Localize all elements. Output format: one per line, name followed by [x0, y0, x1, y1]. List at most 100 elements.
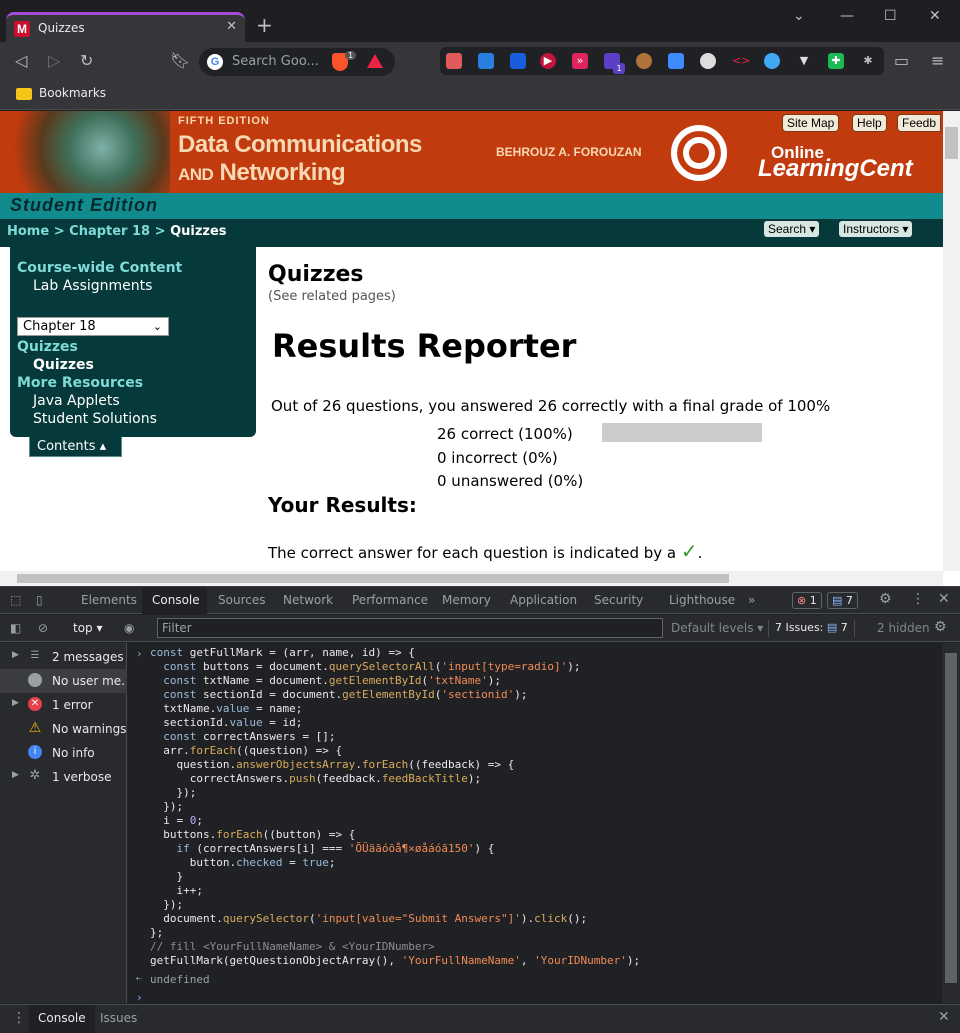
tab-security[interactable]: Security: [594, 593, 643, 607]
sidebar-item-solutions[interactable]: Student Solutions: [33, 411, 157, 427]
reload-icon[interactable]: ↻: [80, 51, 93, 70]
sidebar-quizzes-heading[interactable]: Quizzes: [17, 339, 78, 355]
cloud-extension-icon[interactable]: [764, 53, 780, 69]
message-count-badge[interactable]: ▤ 7: [827, 592, 858, 609]
related-pages-link[interactable]: (See related pages): [268, 289, 396, 304]
brave-shields-count: 1: [345, 51, 357, 60]
info-icon: i: [28, 745, 42, 759]
instructors-dropdown[interactable]: Instructors ▾: [839, 221, 913, 237]
sidebar-toggle-icon[interactable]: ◧: [10, 621, 21, 635]
sidebar-messages[interactable]: ▶ ☰ 2 messages: [0, 645, 127, 669]
minimize-button[interactable]: —: [840, 8, 854, 24]
youtube-extension-icon[interactable]: »: [572, 53, 588, 69]
sidebar-warnings[interactable]: ⚠ No warnings: [0, 717, 127, 741]
inspect-icon[interactable]: ⬚: [10, 593, 21, 607]
breadcrumb-home[interactable]: Home: [7, 224, 49, 239]
more-options-icon[interactable]: ⋮: [911, 591, 925, 607]
tab-quizzes[interactable]: M Quizzes ✕: [6, 12, 245, 42]
contents-toggle[interactable]: Contents ▴: [29, 437, 122, 457]
tab-search-icon[interactable]: ⌄: [793, 8, 805, 24]
sidebar-label: 2 messages: [52, 650, 124, 664]
vue-extension-icon[interactable]: ▼: [796, 53, 812, 69]
code-line: correctAnswers.push(feedback.feedBackTit…: [150, 772, 482, 785]
tab-elements[interactable]: Elements: [81, 593, 137, 607]
sidebar-errors[interactable]: ▶ ✕ 1 error: [0, 693, 127, 717]
tab-performance[interactable]: Performance: [352, 593, 428, 607]
code-extension-icon[interactable]: <>: [732, 53, 750, 69]
live-expression-eye-icon[interactable]: ◉: [124, 621, 134, 635]
drawer-menu-icon[interactable]: ⋮: [12, 1010, 26, 1026]
more-tabs-button[interactable]: »: [748, 593, 755, 607]
context-select[interactable]: top ▾: [73, 621, 103, 635]
translate-extension-icon[interactable]: [478, 53, 494, 69]
chevron-down-icon: ⌄: [152, 320, 162, 333]
search-dropdown[interactable]: Search ▾: [764, 221, 820, 237]
bookmarks-folder[interactable]: Bookmarks: [39, 86, 106, 100]
new-tab-button[interactable]: +: [256, 15, 273, 35]
feedback-button[interactable]: Feedb: [897, 114, 942, 132]
sidebar-label: No warnings: [52, 722, 126, 736]
forward-icon[interactable]: ▷: [48, 51, 60, 70]
console-scrollbar[interactable]: [942, 643, 960, 1003]
code-line: txtName.value = name;: [150, 702, 303, 715]
tab-console[interactable]: Console: [152, 593, 200, 607]
maximize-button[interactable]: ☐: [884, 8, 897, 24]
address-input[interactable]: Search Goo...: [232, 54, 319, 69]
sidebar-item-quizzes[interactable]: Quizzes: [33, 357, 94, 373]
clear-console-icon[interactable]: ⊘: [38, 621, 48, 635]
close-devtools-icon[interactable]: ✕: [938, 591, 950, 607]
page-horizontal-scrollbar[interactable]: [0, 571, 943, 586]
chapter-select[interactable]: Chapter 18 ⌄: [17, 317, 169, 336]
help-button[interactable]: Help: [852, 114, 887, 132]
console-input-prompt[interactable]: ›: [136, 991, 143, 1004]
wallet-icon[interactable]: ▭: [894, 51, 909, 70]
tab-application[interactable]: Application: [510, 593, 577, 607]
sidebar-course-wide[interactable]: Course-wide Content: [17, 260, 182, 276]
tab-network[interactable]: Network: [283, 593, 333, 607]
tab-memory[interactable]: Memory: [442, 593, 491, 607]
close-tab-icon[interactable]: ✕: [226, 19, 237, 34]
page-vertical-scrollbar[interactable]: [943, 111, 960, 571]
eraser-extension-icon[interactable]: [446, 53, 462, 69]
device-toggle-icon[interactable]: ▯: [36, 593, 43, 607]
code-line: i = 0;: [150, 814, 203, 827]
answer-note: The correct answer for each question is …: [268, 539, 703, 563]
sidebar-user-messages[interactable]: No user me...: [0, 669, 127, 693]
user-icon: [28, 673, 42, 687]
video-extension-icon[interactable]: ▶: [540, 53, 556, 69]
bitwarden-extension-icon[interactable]: [510, 53, 526, 69]
sidebar-item-java[interactable]: Java Applets: [33, 393, 120, 409]
close-drawer-icon[interactable]: ✕: [938, 1009, 950, 1025]
console-filter-input[interactable]: Filter: [157, 618, 663, 638]
address-bar[interactable]: G Search Goo... 1: [199, 48, 395, 76]
console-settings-gear-icon[interactable]: ⚙: [934, 619, 947, 635]
cookie-extension-icon[interactable]: [636, 53, 652, 69]
error-count-badge[interactable]: ⊗ 1: [792, 592, 822, 609]
site-banner: FIFTH EDITION Data Communications AND Ne…: [0, 111, 943, 193]
pen-extension-icon[interactable]: [668, 53, 684, 69]
tab-sources[interactable]: Sources: [218, 593, 265, 607]
menu-icon[interactable]: ≡: [931, 51, 944, 70]
sidebar-info[interactable]: i No info: [0, 741, 127, 765]
breadcrumb-chapter[interactable]: Chapter 18: [69, 224, 150, 239]
log-levels-dropdown[interactable]: Default levels ▾: [671, 621, 763, 635]
brave-rewards-icon[interactable]: [367, 54, 383, 68]
site-map-button[interactable]: Site Map: [782, 114, 840, 132]
issues-button[interactable]: 7 Issues: ▤ 7: [768, 620, 855, 637]
puzzle-extensions-icon[interactable]: ✱: [860, 53, 876, 69]
close-window-button[interactable]: ✕: [929, 8, 941, 24]
settings-gear-icon[interactable]: ⚙: [879, 591, 892, 607]
dots-extension-icon[interactable]: [700, 53, 716, 69]
bookmark-icon[interactable]: 🔖︎: [170, 51, 190, 70]
plus-extension-icon[interactable]: ✚: [828, 53, 844, 69]
sidebar-more-resources[interactable]: More Resources: [17, 375, 143, 391]
code-line: const getFullMark = (arr, name, id) => {: [150, 646, 415, 659]
code-line: buttons.forEach((button) => {: [150, 828, 356, 841]
sidebar-verbose[interactable]: ▶ ✲ 1 verbose: [0, 765, 127, 789]
sidebar-item-lab[interactable]: Lab Assignments: [33, 278, 152, 294]
console-output[interactable]: › const getFullMark = (arr, name, id) =>…: [128, 643, 942, 1004]
back-icon[interactable]: ◁: [15, 51, 27, 70]
drawer-tab-issues[interactable]: Issues: [100, 1011, 137, 1025]
drawer-tab-console[interactable]: Console: [29, 1005, 95, 1033]
tab-lighthouse[interactable]: Lighthouse: [669, 593, 735, 607]
